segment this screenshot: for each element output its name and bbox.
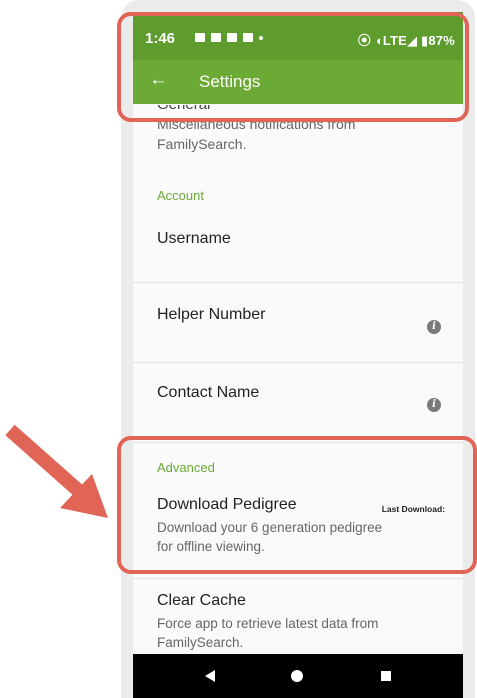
annotation-arrow-icon <box>5 424 108 518</box>
